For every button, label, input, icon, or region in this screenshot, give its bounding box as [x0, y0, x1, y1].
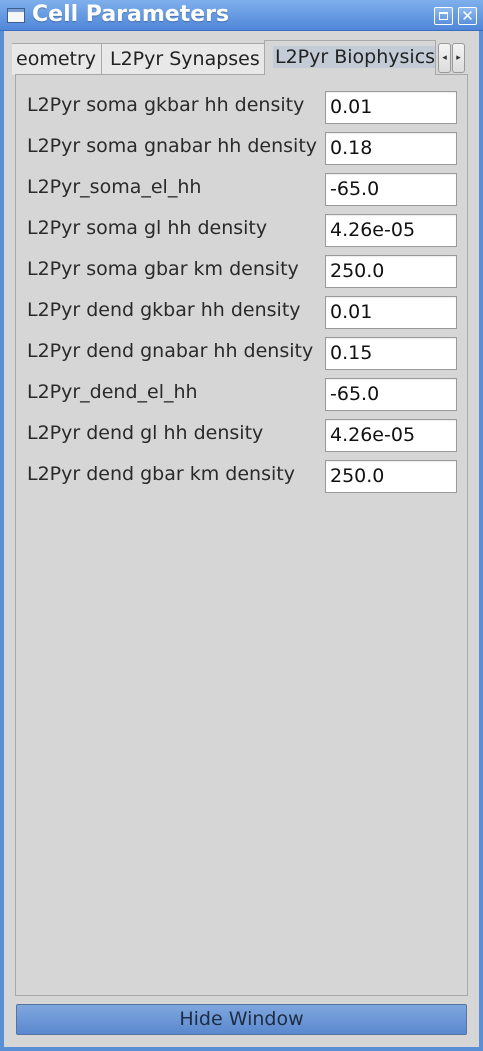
hide-window-button[interactable]: Hide Window	[16, 1004, 467, 1035]
window-icon	[7, 8, 25, 23]
param-row: L2Pyr soma gl hh density 4.26e-05	[16, 214, 469, 247]
param-input[interactable]: 4.26e-05	[325, 214, 457, 247]
restore-icon	[439, 12, 448, 20]
arrow-right-icon: ▸	[456, 53, 461, 63]
tab-geometry[interactable]: eometry	[12, 43, 102, 75]
param-row: L2Pyr_dend_el_hh -65.0	[16, 378, 469, 411]
param-input[interactable]: 250.0	[325, 460, 457, 493]
tab-label: L2Pyr Biophysics	[273, 46, 436, 68]
param-label: L2Pyr dend gbar km density	[27, 463, 295, 485]
restore-button[interactable]	[434, 7, 453, 25]
param-label: L2Pyr dend gl hh density	[27, 422, 264, 444]
close-button[interactable]: ✕	[458, 7, 477, 25]
param-input[interactable]: -65.0	[325, 173, 457, 206]
param-row: L2Pyr soma gkbar hh density 0.01	[16, 91, 469, 124]
param-label: L2Pyr soma gbar km density	[27, 258, 299, 280]
param-label: L2Pyr soma gl hh density	[27, 217, 268, 239]
param-label: L2Pyr soma gnabar hh density	[27, 135, 318, 157]
param-input[interactable]: 4.26e-05	[325, 419, 457, 452]
param-label: L2Pyr_dend_el_hh	[27, 381, 198, 403]
title-bar[interactable]: Cell Parameters ✕	[0, 0, 483, 31]
param-label: L2Pyr dend gnabar hh density	[27, 340, 314, 362]
param-row: L2Pyr_soma_el_hh -65.0	[16, 173, 469, 206]
tab-scroll-left-button[interactable]: ◂	[438, 43, 451, 73]
param-row: L2Pyr dend gbar km density 250.0	[16, 460, 469, 493]
param-row: L2Pyr dend gnabar hh density 0.15	[16, 337, 469, 370]
param-label: L2Pyr dend gkbar hh density	[27, 299, 301, 321]
tab-bar: eometry L2Pyr Synapses L2Pyr Biophysics …	[4, 40, 479, 75]
tab-label: eometry	[16, 48, 97, 70]
tab-l2pyr-biophysics[interactable]: L2Pyr Biophysics	[264, 40, 436, 75]
param-label: L2Pyr soma gkbar hh density	[27, 94, 305, 116]
param-input[interactable]: 250.0	[325, 255, 457, 288]
tab-label: L2Pyr Synapses	[110, 48, 260, 70]
param-row: L2Pyr soma gbar km density 250.0	[16, 255, 469, 288]
param-input[interactable]: -65.0	[325, 378, 457, 411]
biophysics-panel: L2Pyr soma gkbar hh density 0.01 L2Pyr s…	[15, 74, 468, 996]
param-input[interactable]: 0.01	[325, 91, 457, 124]
param-input[interactable]: 0.15	[325, 337, 457, 370]
window-body: eometry L2Pyr Synapses L2Pyr Biophysics …	[4, 31, 479, 1047]
param-row: L2Pyr dend gkbar hh density 0.01	[16, 296, 469, 329]
param-input[interactable]: 0.01	[325, 296, 457, 329]
param-input[interactable]: 0.18	[325, 132, 457, 165]
param-row: L2Pyr soma gnabar hh density 0.18	[16, 132, 469, 165]
param-row: L2Pyr dend gl hh density 4.26e-05	[16, 419, 469, 452]
window-title: Cell Parameters	[32, 2, 230, 27]
tab-l2pyr-synapses[interactable]: L2Pyr Synapses	[101, 43, 265, 75]
param-label: L2Pyr_soma_el_hh	[27, 176, 202, 198]
arrow-left-icon: ◂	[442, 53, 447, 63]
tab-scroll-right-button[interactable]: ▸	[452, 43, 465, 73]
close-icon: ✕	[461, 7, 474, 25]
